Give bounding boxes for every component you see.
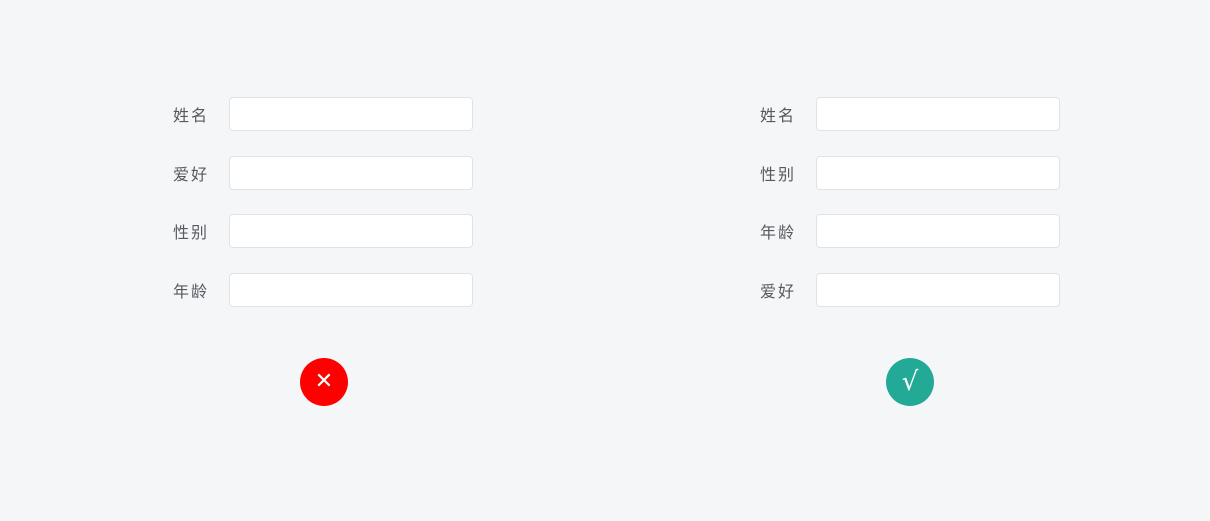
name-input[interactable] — [816, 97, 1060, 131]
form-row-gender: 性别 — [760, 155, 1060, 190]
field-label: 性别 — [760, 164, 797, 184]
age-input[interactable] — [816, 214, 1060, 248]
field-label: 姓名 — [173, 106, 210, 125]
field-label: 爱好 — [173, 164, 210, 184]
comparison-stage: 姓名 爱好 性别 年龄 ✕ 姓名 性别 年龄 爱好 √ — [0, 0, 1210, 521]
form-row-hobby: 爱好 — [760, 272, 1060, 307]
form-row-hobby: 爱好 — [173, 155, 473, 190]
field-label: 年龄 — [173, 281, 210, 301]
form-row-name: 姓名 — [760, 97, 1060, 131]
field-label: 姓名 — [760, 106, 797, 125]
field-label: 性别 — [173, 223, 210, 242]
form-row-age: 年龄 — [173, 272, 473, 307]
name-input[interactable] — [229, 97, 473, 131]
form-correct-order: 姓名 性别 年龄 爱好 — [760, 97, 1060, 331]
form-row-age: 年龄 — [760, 214, 1060, 248]
hobby-input[interactable] — [816, 272, 1060, 307]
gender-input[interactable] — [816, 155, 1060, 190]
check-icon: √ — [901, 367, 919, 397]
gender-input[interactable] — [229, 214, 473, 248]
form-wrong-order: 姓名 爱好 性别 年龄 — [173, 97, 473, 331]
wrong-badge: ✕ — [300, 358, 348, 406]
close-icon: ✕ — [314, 369, 334, 394]
field-label: 年龄 — [760, 223, 797, 242]
form-row-name: 姓名 — [173, 97, 473, 131]
hobby-input[interactable] — [229, 155, 473, 190]
field-label: 爱好 — [760, 281, 797, 301]
form-row-gender: 性别 — [173, 214, 473, 248]
correct-badge: √ — [886, 358, 934, 406]
age-input[interactable] — [229, 272, 473, 307]
